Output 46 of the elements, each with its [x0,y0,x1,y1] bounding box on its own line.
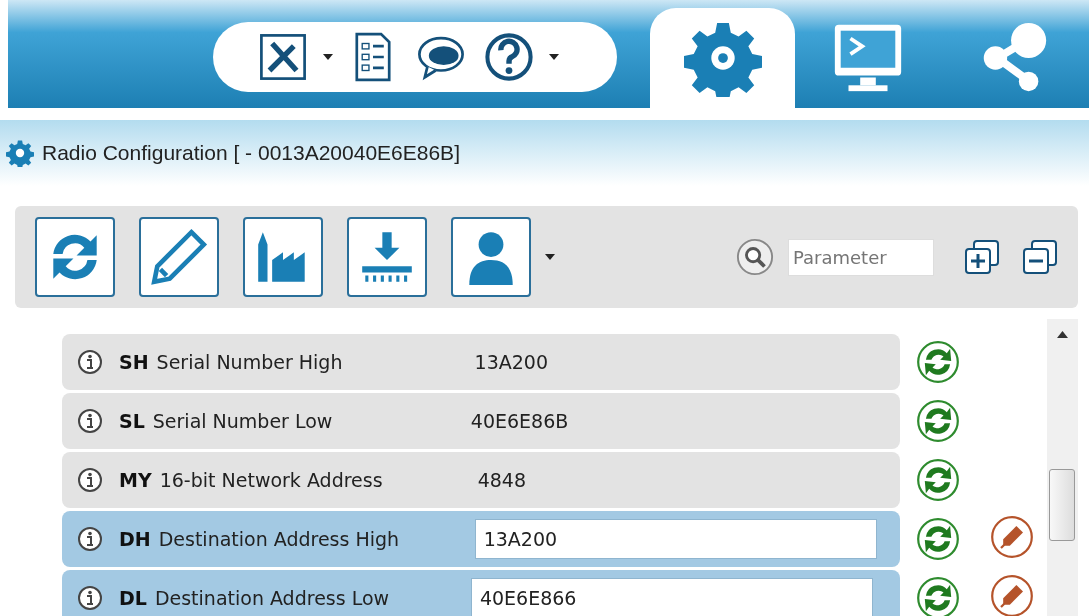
factory-button[interactable] [243,217,323,297]
parameter-code: MY [119,469,152,491]
parameter-code: DH [119,528,151,550]
search-field[interactable]: Parameter [788,238,934,276]
pencil-icon[interactable] [990,515,1034,559]
panel-title: Radio Configuration [ - 0013A20040E6E86B] [42,141,460,165]
caret-icon[interactable] [549,54,559,60]
parameter-name: Destination Address High [158,528,401,550]
gear-icon [6,139,34,167]
scrollbar[interactable] [1047,319,1078,616]
read-button[interactable] [35,217,115,297]
parameter-name: Serial Number Low [152,410,334,432]
parameter-code: DL [119,587,147,609]
value-field[interactable]: 13A200 [474,519,877,559]
pencil-icon [148,226,210,288]
refresh-icon[interactable] [916,576,960,616]
load-button[interactable] [347,217,427,297]
caret-icon[interactable] [323,54,333,60]
parameter-code: SL [119,410,145,432]
write-button[interactable] [139,217,219,297]
profile-button[interactable] [451,217,531,297]
collapse-all-icon[interactable] [1020,237,1060,277]
info-icon[interactable] [77,349,103,375]
refresh-icon[interactable] [916,458,960,502]
parameter-value: 40E6E86B [470,410,569,432]
expand-all-icon[interactable] [962,237,1002,277]
search-icon[interactable] [736,238,774,276]
parameter-code: SH [119,351,149,373]
parameter-name: 16-bit Network Address [159,469,384,491]
info-icon[interactable] [77,408,103,434]
info-icon[interactable] [77,467,103,493]
scroll-thumb[interactable] [1049,469,1075,541]
parameter-value: 4848 [477,469,527,491]
refresh-icon[interactable] [916,517,960,561]
refresh-icon[interactable] [916,399,960,443]
parameter-value: 13A200 [474,351,549,373]
info-icon[interactable] [77,585,103,611]
info-icon[interactable] [77,526,103,552]
refresh-icon[interactable] [916,340,960,384]
parameter-name: Serial Number High [156,351,344,373]
value-field[interactable]: 40E6E866 [470,578,873,616]
pencil-icon[interactable] [990,574,1034,616]
parameter-name: Destination Address Low [154,587,391,609]
tab[interactable] [650,8,795,108]
caret-icon[interactable] [545,254,555,260]
scroll-up-icon[interactable] [1057,331,1068,338]
